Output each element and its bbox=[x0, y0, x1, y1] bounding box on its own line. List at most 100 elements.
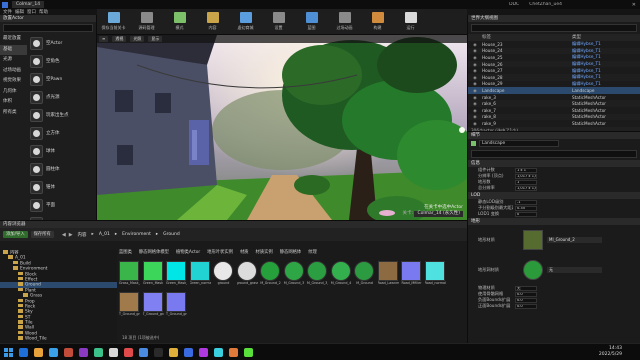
place-category-2[interactable]: 光源 bbox=[0, 55, 27, 66]
toolbar-button-8[interactable]: 构建 bbox=[361, 9, 394, 35]
type-column[interactable]: 类型 bbox=[572, 34, 581, 41]
eye-icon[interactable]: ◉ bbox=[468, 114, 482, 119]
taskbar-app-icon[interactable] bbox=[139, 347, 148, 357]
outliner-row-type[interactable]: 编辑Hybse_T1 bbox=[572, 54, 640, 60]
place-actor-item[interactable]: 圆柱体 bbox=[28, 160, 96, 178]
eye-icon[interactable]: ◉ bbox=[468, 75, 482, 80]
place-actor-item[interactable]: 球体 bbox=[28, 142, 96, 160]
system-clock[interactable]: 14:43 2022/5/29 bbox=[599, 346, 622, 358]
breadcrumb-item[interactable]: 内容 bbox=[78, 232, 87, 238]
lighting-button[interactable]: 光照 bbox=[130, 36, 145, 42]
outliner-row-type[interactable]: 编辑Hybse_T1 bbox=[572, 41, 640, 47]
filter-chip[interactable]: 蓝图类 bbox=[119, 250, 132, 255]
outliner-row[interactable]: ◉ House_24 编辑Hybse_T1 bbox=[468, 47, 640, 55]
asset-tile[interactable]: M_Ground_3_Inst bbox=[307, 261, 328, 289]
hole-material-thumbnail[interactable] bbox=[523, 260, 543, 280]
hole-material-select[interactable]: 无 bbox=[547, 267, 602, 273]
eye-icon[interactable]: ◉ bbox=[468, 48, 482, 53]
asset-tile[interactable]: M_Ground_2 bbox=[260, 261, 281, 289]
show-button[interactable]: 显示 bbox=[148, 36, 163, 42]
start-windows-icon[interactable] bbox=[4, 347, 13, 357]
outliner-row[interactable]: ◉ Landscape Landscape bbox=[468, 87, 640, 94]
place-actor-item[interactable]: 立方体 bbox=[28, 124, 96, 142]
breadcrumb-item[interactable]: Ground bbox=[163, 232, 180, 237]
outliner-row[interactable]: ◉ House_29 编辑Hybse_T1 bbox=[468, 81, 640, 88]
eye-icon[interactable]: ◉ bbox=[468, 68, 482, 73]
taskbar-app-icon[interactable] bbox=[214, 347, 223, 357]
ddc-label[interactable]: DDC bbox=[509, 2, 519, 7]
property-value-field[interactable]: 0.0 bbox=[515, 297, 537, 303]
place-actor-item[interactable]: 玩家出生点 bbox=[28, 106, 96, 124]
property-value-field[interactable]: -1 bbox=[515, 199, 537, 205]
outliner-row[interactable]: ◉ rake_3 StaticMeshActor bbox=[468, 94, 640, 101]
asset-tile[interactable]: M_Ground_3 bbox=[283, 261, 305, 289]
property-value-field[interactable]: 1,017 x 1,017 bbox=[515, 185, 537, 191]
asset-tile[interactable]: Green_Mask_normal bbox=[166, 261, 187, 289]
outliner-row-type[interactable]: 编辑Hybse_T1 bbox=[572, 81, 640, 87]
eye-icon[interactable]: ◉ bbox=[468, 121, 482, 126]
taskbar-app-icon[interactable] bbox=[184, 347, 193, 357]
level-tab[interactable]: Colmar_14 bbox=[12, 1, 45, 8]
asset-tile[interactable]: Grass_Mask_normal bbox=[119, 261, 140, 289]
outliner-row-type[interactable]: 编辑Hybse_T1 bbox=[572, 48, 640, 54]
property-value-field[interactable]: 0 bbox=[515, 211, 537, 217]
outliner-row-type[interactable]: 编辑Hybse_T1 bbox=[572, 61, 640, 67]
outliner-row[interactable]: ◉ rake_9 StaticMeshActor bbox=[468, 120, 640, 127]
outliner-row[interactable]: ◉ House_25 编辑Hybse_T1 bbox=[468, 54, 640, 61]
toolbar-button-1[interactable]: 源码管理 bbox=[130, 9, 163, 35]
eye-icon[interactable]: ◉ bbox=[468, 101, 482, 106]
outliner-row[interactable]: ◉ House_28 编辑Hybse_T1 bbox=[468, 73, 640, 81]
breadcrumb-item[interactable]: A_01 bbox=[99, 232, 110, 237]
breadcrumb-item[interactable]: Environment bbox=[122, 232, 151, 237]
place-category-1[interactable]: 基础 bbox=[0, 44, 27, 55]
taskbar-app-icon[interactable] bbox=[64, 347, 73, 357]
eye-icon[interactable]: ◉ bbox=[468, 88, 482, 93]
outliner-row-type[interactable]: 编辑Hybse_T1 bbox=[572, 74, 640, 80]
asset-tile[interactable]: ground bbox=[213, 261, 234, 289]
toolbar-button-3[interactable]: 内容 bbox=[196, 9, 229, 35]
property-value-field[interactable]: 1 x 1 bbox=[515, 167, 537, 173]
filter-chip[interactable]: 材质实例 bbox=[256, 250, 273, 255]
taskbar-app-icon[interactable] bbox=[19, 347, 28, 357]
filter-chip[interactable]: 植物类Actor bbox=[176, 250, 200, 255]
place-actor-item[interactable]: 空角色 bbox=[28, 52, 96, 70]
filter-chip[interactable]: 纹理 bbox=[308, 250, 317, 255]
asset-tile[interactable]: T_Ground_grass_landscape bbox=[119, 292, 140, 320]
place-actors-search-input[interactable] bbox=[3, 24, 93, 32]
asset-tile[interactable]: Green_Mask bbox=[142, 261, 164, 289]
back-arrow-icon[interactable]: ◀ bbox=[62, 232, 66, 238]
project-label[interactable]: ChetZhan_ue4 bbox=[529, 2, 562, 7]
outliner-row-type[interactable]: 编辑Hybse_T1 bbox=[572, 68, 640, 74]
place-category-5[interactable]: 几何体 bbox=[0, 87, 27, 98]
asset-tile[interactable]: Road_Lawnmow bbox=[377, 261, 399, 289]
window-close-icon[interactable]: ✕ bbox=[632, 2, 636, 8]
asset-tile[interactable]: T_Ground_grass_Mfiller bbox=[142, 292, 164, 320]
toolbar-button-6[interactable]: 蓝图 bbox=[295, 9, 328, 35]
viewport-menu-button[interactable]: ≡ bbox=[99, 36, 109, 42]
eye-icon[interactable]: ◉ bbox=[468, 55, 482, 60]
label-column[interactable]: 标签 bbox=[482, 34, 572, 41]
outliner-search-input[interactable] bbox=[471, 24, 637, 32]
taskbar-app-icon[interactable] bbox=[109, 347, 118, 357]
object-name-field[interactable]: Landscape bbox=[479, 140, 559, 147]
place-category-7[interactable]: 所有类 bbox=[0, 108, 27, 119]
asset-tile[interactable]: Green_normal bbox=[189, 261, 211, 289]
property-value-field[interactable]: 0.0 bbox=[515, 303, 537, 309]
level-viewport[interactable]: ≡ 透视 光照 显示 在关卡中选中Actor 关卡: Colmar_14 (永久… bbox=[97, 35, 467, 220]
asset-tile[interactable]: T_Ground_grass_normal bbox=[166, 292, 187, 320]
details-search-input[interactable] bbox=[471, 150, 637, 158]
folder-tree-item[interactable]: Wood_Tile bbox=[0, 336, 117, 342]
eye-icon[interactable]: ◉ bbox=[468, 108, 482, 113]
asset-tile[interactable]: Road_Mfiller bbox=[401, 261, 422, 289]
save-all-button[interactable]: 保存所有 bbox=[30, 231, 54, 238]
eye-icon[interactable]: ◉ bbox=[468, 62, 482, 67]
toolbar-button-5[interactable]: 设置 bbox=[262, 9, 295, 35]
property-value-field[interactable]: 无 bbox=[515, 285, 537, 291]
place-category-4[interactable]: 视觉效果 bbox=[0, 76, 27, 87]
outliner-row[interactable]: ◉ House_23 编辑Hybse_T1 bbox=[468, 41, 640, 48]
outliner-row[interactable]: ◉ rake_8 StaticMeshActor bbox=[468, 113, 640, 121]
toolbar-button-7[interactable]: 过场动画 bbox=[328, 9, 361, 35]
taskbar-app-icon[interactable] bbox=[79, 347, 88, 357]
filter-chip[interactable]: 材质 bbox=[240, 250, 249, 255]
outliner-row[interactable]: ◉ rake_6 StaticMeshActor bbox=[468, 100, 640, 107]
